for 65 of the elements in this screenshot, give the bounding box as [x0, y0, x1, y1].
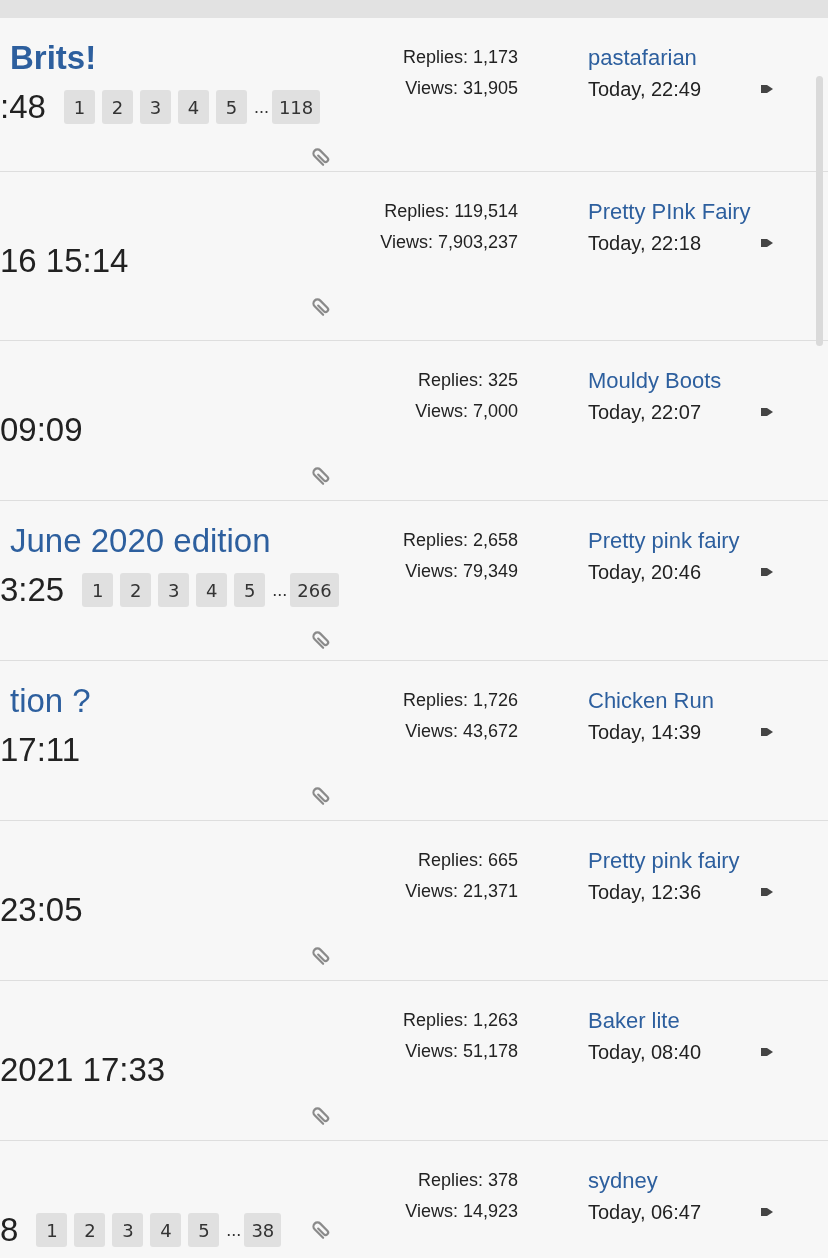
page-link[interactable]: 3 — [158, 573, 190, 607]
replies-count: Replies: 1,263 — [402, 1009, 518, 1032]
page-link[interactable]: 2 — [74, 1213, 106, 1247]
page-link[interactable]: 4 — [196, 573, 228, 607]
ellipsis: ... — [253, 95, 269, 119]
scrollbar[interactable] — [816, 76, 823, 346]
page-link[interactable]: 3 — [139, 90, 171, 124]
last-post-time: Today, 08:40 — [588, 1039, 702, 1065]
topic-title[interactable]: Brits! — [0, 33, 97, 83]
page-link[interactable]: 4 — [150, 1213, 182, 1247]
topic-title[interactable]: tion ? — [0, 676, 91, 726]
page-link[interactable]: 2 — [120, 573, 152, 607]
views-count: Views: 43,672 — [405, 720, 518, 743]
last-poster-link[interactable]: Baker lite — [588, 1005, 828, 1036]
views-count: Views: 31,905 — [405, 77, 518, 100]
topic-date: 23:05 — [0, 890, 83, 931]
page-link[interactable]: 5 — [234, 573, 266, 607]
topic-date: 3:25 — [0, 570, 65, 611]
topic-date: 8 — [0, 1210, 19, 1251]
views-count: Views: 7,000 — [415, 400, 518, 423]
views-count: Views: 7,903,237 — [380, 231, 518, 254]
page-link[interactable]: 5 — [188, 1213, 220, 1247]
replies-count: Replies: 665 — [417, 849, 518, 872]
replies-count: Replies: 325 — [417, 369, 518, 392]
last-post-time: Today, 22:18 — [588, 230, 702, 256]
page-link[interactable]: 38 — [244, 1213, 282, 1247]
last-poster-link[interactable]: pastafarian — [588, 42, 828, 73]
last-poster-link[interactable]: sydney — [588, 1165, 828, 1196]
topic-title[interactable]: June 2020 edition — [0, 516, 271, 566]
last-poster-link[interactable]: Mouldy Boots — [588, 365, 828, 396]
last-post-time: Today, 20:46 — [588, 559, 702, 585]
last-poster-link[interactable]: Chicken Run — [588, 685, 828, 716]
page-link[interactable]: 1 — [82, 573, 114, 607]
page-link[interactable]: 118 — [271, 90, 321, 124]
views-count: Views: 21,371 — [405, 880, 518, 903]
replies-count: Replies: 119,514 — [384, 200, 518, 223]
page-link[interactable]: 1 — [63, 90, 95, 124]
replies-count: Replies: 1,173 — [402, 46, 518, 69]
page-link[interactable]: 266 — [290, 573, 339, 607]
topic-date: 17:11 — [0, 730, 81, 771]
ellipsis: ... — [226, 1218, 242, 1242]
page-link[interactable]: 1 — [36, 1213, 68, 1247]
views-count: Views: 14,923 — [405, 1200, 518, 1223]
topic-date: 09:09 — [0, 410, 83, 451]
ellipsis: ... — [272, 578, 288, 602]
last-poster-link[interactable]: Pretty pink fairy — [588, 845, 828, 876]
last-post-time: Today, 14:39 — [588, 719, 702, 745]
last-post-time: Today, 06:47 — [588, 1199, 702, 1225]
page-link[interactable]: 2 — [101, 90, 133, 124]
views-count: Views: 79,349 — [405, 560, 518, 583]
topic-date: 16 15:14 — [0, 241, 129, 282]
last-post-time: Today, 22:49 — [588, 76, 702, 102]
page-link[interactable]: 4 — [177, 90, 209, 124]
last-poster-link[interactable]: Pretty pink fairy — [588, 525, 828, 556]
replies-count: Replies: 2,658 — [402, 529, 518, 552]
replies-count: Replies: 378 — [417, 1169, 518, 1192]
topic-date: :48 — [0, 87, 46, 128]
replies-count: Replies: 1,726 — [402, 689, 518, 712]
page-link[interactable]: 5 — [215, 90, 247, 124]
views-count: Views: 51,178 — [405, 1040, 518, 1063]
page-link[interactable]: 3 — [112, 1213, 144, 1247]
last-post-time: Today, 12:36 — [588, 879, 702, 905]
last-post-time: Today, 22:07 — [588, 399, 702, 425]
topic-date: 2021 17:33 — [0, 1050, 166, 1091]
last-poster-link[interactable]: Pretty PInk Fairy — [588, 196, 828, 227]
